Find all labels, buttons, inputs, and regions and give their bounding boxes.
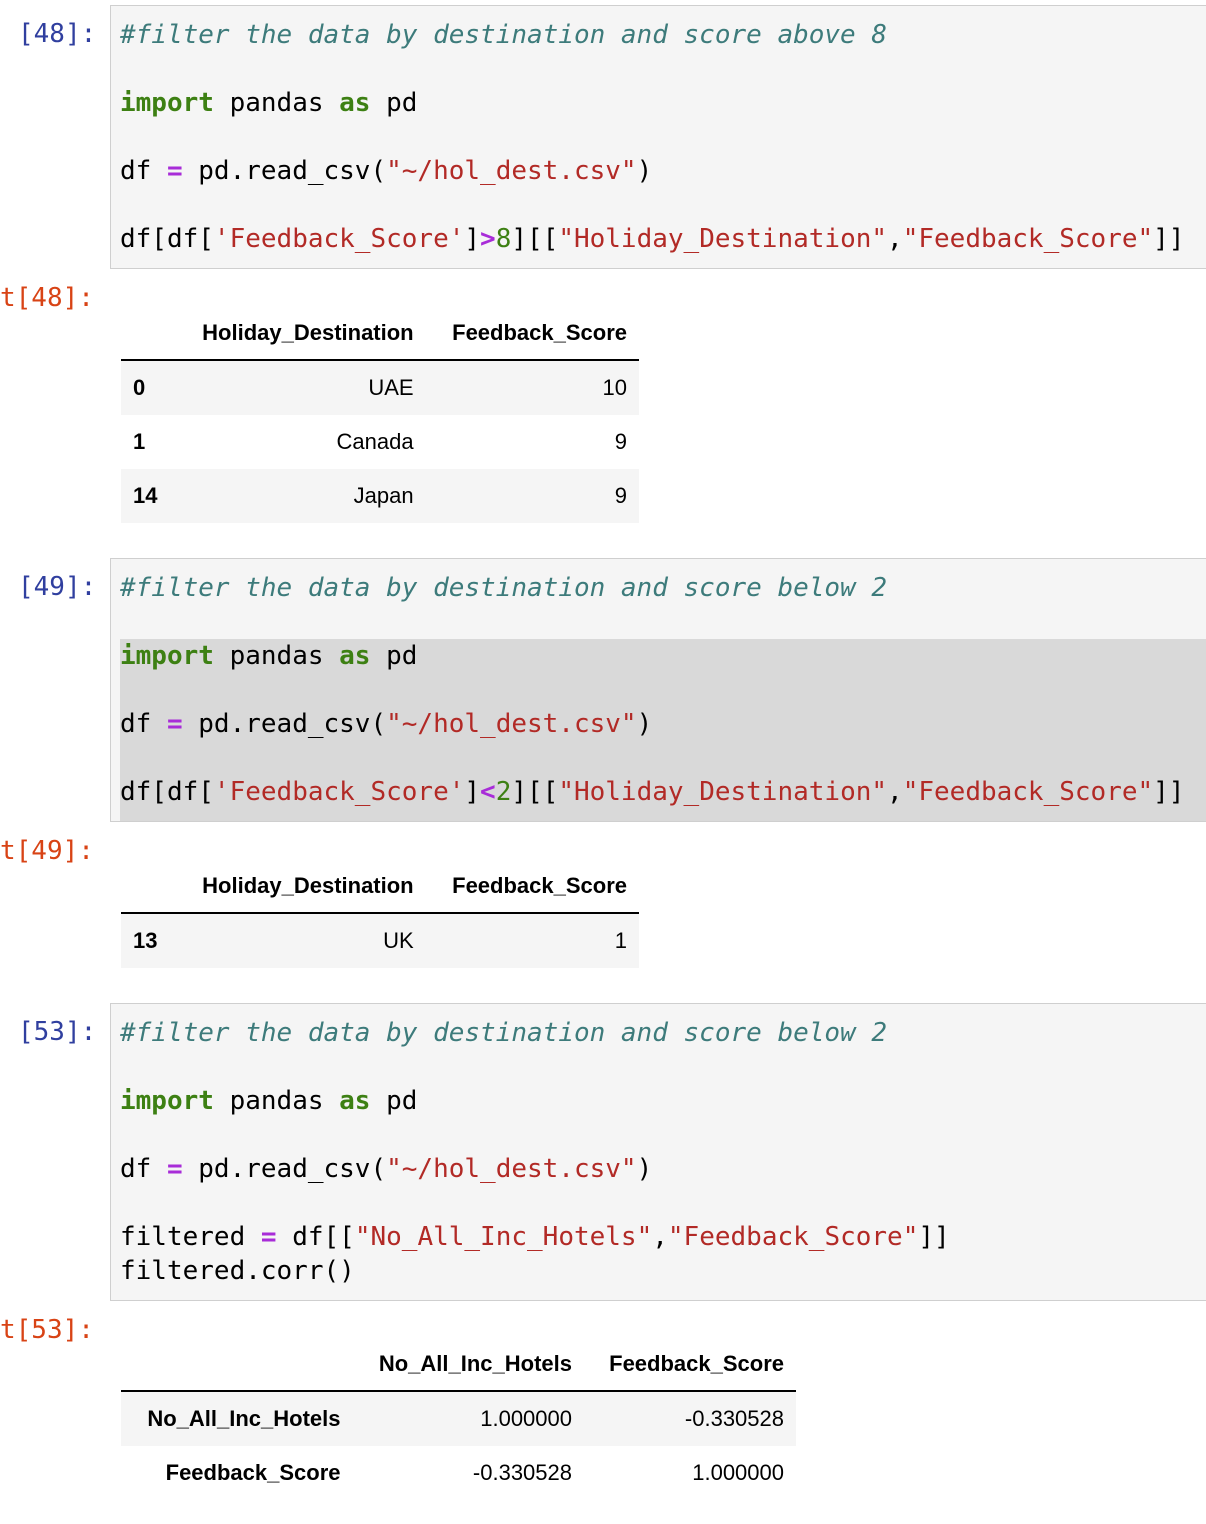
code-line-import: import pandas as pd: [120, 88, 418, 118]
table-cell: UK: [383, 928, 414, 953]
column-header: Holiday_Destination: [173, 860, 426, 914]
input-prompt-53: [53]:: [18, 1017, 97, 1047]
code-line-filter: df[df['Feedback_Score']<2][["Holiday_Des…: [120, 777, 1185, 807]
row-index: No_All_Inc_Hotels: [147, 1406, 341, 1431]
code-line-read-csv: df = pd.read_csv("~/hol_dest.csv"): [120, 709, 653, 739]
table-row: 14 Japan 9: [121, 469, 639, 523]
table-cell: 1.000000: [692, 1460, 784, 1485]
code-line-corr: filtered.corr(): [120, 1256, 355, 1286]
input-prompt-49: [49]:: [18, 572, 97, 602]
code-cell-49[interactable]: #filter the data by destination and scor…: [110, 558, 1206, 822]
table-cell: -0.330528: [472, 1460, 572, 1485]
column-header: Holiday_Destination: [173, 307, 426, 361]
table-cell: UAE: [368, 375, 414, 400]
table-cell: 1.000000: [480, 1406, 572, 1431]
output-table-53: No_All_Inc_Hotels Feedback_Score No_All_…: [121, 1338, 796, 1500]
table-index-header: [121, 1338, 353, 1392]
output-prompt-53: t[53]:: [0, 1315, 94, 1345]
table-row: Feedback_Score -0.330528 1.000000: [121, 1446, 796, 1500]
column-header: Feedback_Score: [425, 860, 639, 914]
table-row: 13 UK 1: [121, 913, 639, 968]
table-cell: 9: [614, 429, 627, 454]
row-index: 1: [133, 429, 146, 454]
code-line-filter: df[df['Feedback_Score']>8][["Holiday_Des…: [120, 224, 1185, 254]
table-cell: -0.330528: [684, 1406, 784, 1431]
table-cell: 9: [614, 483, 627, 508]
table-cell: 1: [614, 928, 627, 953]
code-line-read-csv: df = pd.read_csv("~/hol_dest.csv"): [120, 1154, 653, 1184]
row-index: Feedback_Score: [165, 1460, 341, 1485]
table-row: 0 UAE 10: [121, 360, 639, 415]
code-cell-53[interactable]: #filter the data by destination and scor…: [110, 1003, 1206, 1301]
table-index-header: [121, 860, 173, 914]
output-table-48: Holiday_Destination Feedback_Score 0 UAE…: [121, 307, 639, 523]
column-header: No_All_Inc_Hotels: [352, 1338, 584, 1392]
row-index: 0: [133, 375, 146, 400]
code-line-import: import pandas as pd: [120, 641, 418, 671]
output-table-49: Holiday_Destination Feedback_Score 13 UK…: [121, 860, 639, 968]
input-prompt-48: [48]:: [18, 19, 97, 49]
row-index: 13: [133, 928, 158, 953]
code-comment: #filter the data by destination and scor…: [120, 573, 888, 603]
table-row: No_All_Inc_Hotels 1.000000 -0.330528: [121, 1391, 796, 1446]
code-line-import: import pandas as pd: [120, 1086, 418, 1116]
row-index: 14: [133, 483, 158, 508]
code-comment: #filter the data by destination and scor…: [120, 1018, 888, 1048]
output-prompt-48: t[48]:: [0, 283, 94, 313]
table-cell: 10: [602, 375, 627, 400]
code-cell-48[interactable]: #filter the data by destination and scor…: [110, 5, 1206, 269]
column-header: Feedback_Score: [584, 1338, 796, 1392]
output-prompt-49: t[49]:: [0, 836, 94, 866]
table-cell: Canada: [336, 429, 414, 454]
code-line-filtered: filtered = df[["No_All_Inc_Hotels","Feed…: [120, 1222, 950, 1252]
table-index-header: [121, 307, 173, 361]
code-comment: #filter the data by destination and scor…: [120, 20, 888, 50]
column-header: Feedback_Score: [425, 307, 639, 361]
table-cell: Japan: [353, 483, 414, 508]
code-line-read-csv: df = pd.read_csv("~/hol_dest.csv"): [120, 156, 653, 186]
table-row: 1 Canada 9: [121, 415, 639, 469]
